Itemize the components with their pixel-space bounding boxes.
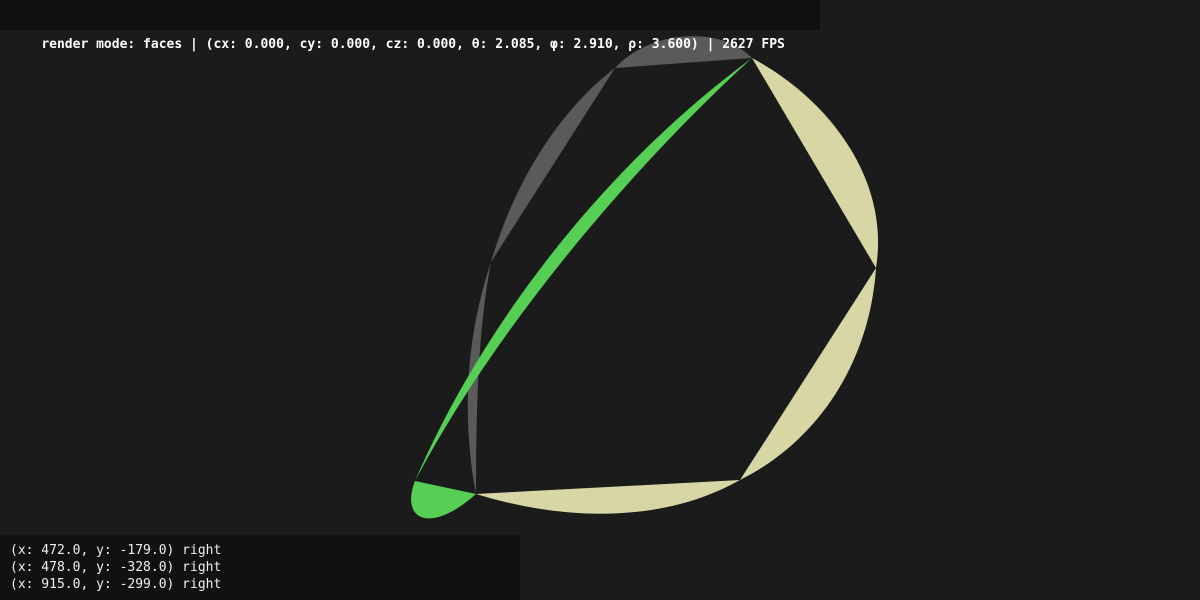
green-face-diagonal <box>415 58 752 481</box>
render-viewport[interactable]: render mode: faces | (cx: 0.000, cy: 0.0… <box>0 0 1200 600</box>
log-line: (x: 915.0, y: -299.0) right <box>10 577 222 592</box>
log-line: (x: 472.0, y: -179.0) right <box>10 543 222 558</box>
click-log-panel: (x: 472.0, y: -179.0) right (x: 478.0, y… <box>0 535 520 600</box>
gray-face-left-upper <box>491 68 615 262</box>
green-face-bottom-left <box>411 481 476 519</box>
log-line: (x: 478.0, y: -328.0) right <box>10 560 222 575</box>
yellow-face-bottom <box>476 480 740 514</box>
render-status-bar: render mode: faces | (cx: 0.000, cy: 0.0… <box>0 0 820 52</box>
status-text: render mode: faces | (cx: 0.000, cy: 0.0… <box>41 37 785 52</box>
3d-scene-canvas[interactable] <box>0 0 1200 600</box>
yellow-face-lower-right <box>740 268 876 480</box>
yellow-face-upper-right <box>752 58 879 268</box>
